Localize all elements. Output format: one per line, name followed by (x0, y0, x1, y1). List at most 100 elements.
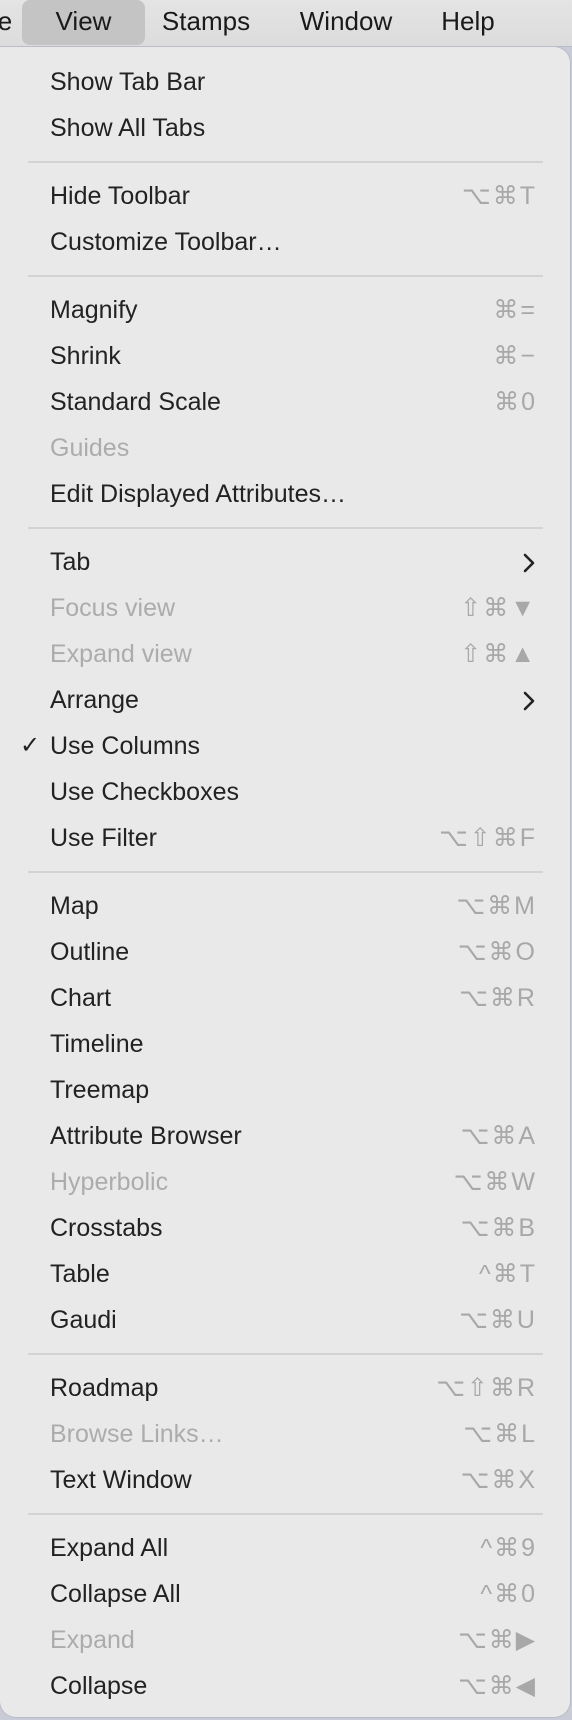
menu-item-label: Expand All (50, 1534, 169, 1562)
keyboard-shortcut: ⌥⇧⌘F (438, 824, 537, 852)
menu-item-label: Use Checkboxes (50, 778, 239, 806)
menu-item-show-tab-bar[interactable]: Show Tab Bar (0, 59, 570, 105)
menu-item-focus-view: Focus view ⇧⌘▼ (0, 585, 570, 631)
menu-item-roadmap[interactable]: Roadmap ⌥⇧⌘R (0, 1365, 570, 1411)
menu-item-tab[interactable]: Tab (0, 539, 570, 585)
menu-item-attribute-browser[interactable]: Attribute Browser ⌥⌘A (0, 1113, 570, 1159)
menu-item-text-window[interactable]: Text Window ⌥⌘X (0, 1457, 570, 1503)
menu-item-label: Gaudi (50, 1306, 117, 1334)
menu-item-label: Standard Scale (50, 388, 221, 416)
menu-item-label: Use Columns (50, 732, 201, 760)
menu-item-label: Expand (50, 1626, 135, 1654)
menu-item-label: Magnify (50, 296, 138, 324)
menu-item-label: Focus view (50, 594, 176, 622)
menu-item-label: Show Tab Bar (50, 68, 206, 96)
menu-item-label: Outline (50, 938, 130, 966)
menu-item-label: Shrink (50, 342, 121, 370)
menu-item-expand: Expand ⌥⌘▶ (0, 1617, 570, 1663)
menu-item-label: Arrange (50, 686, 139, 714)
keyboard-shortcut: ⌥⌘X (460, 1466, 537, 1494)
menu-item-label: Browse Links… (50, 1420, 224, 1448)
menu-item-map[interactable]: Map ⌥⌘M (0, 883, 570, 929)
menu-item-timeline[interactable]: Timeline (0, 1021, 570, 1067)
menu-item-browse-links: Browse Links… ⌥⌘L (0, 1411, 570, 1457)
keyboard-shortcut: ⌥⌘▶ (457, 1626, 537, 1654)
menu-item-use-checkboxes[interactable]: Use Checkboxes (0, 769, 570, 815)
menu-separator (0, 265, 570, 287)
menubar-item-view[interactable]: View (22, 0, 145, 45)
view-menu-dropdown: Show Tab Bar Show All Tabs Hide Toolbar ⌥⌘T… (0, 47, 570, 1717)
menubar-item-stamps[interactable]: Stamps (150, 0, 262, 45)
keyboard-shortcut: ⌘0 (494, 388, 537, 416)
menu-item-treemap[interactable]: Treemap (0, 1067, 570, 1113)
menu-item-label: Collapse All (50, 1580, 181, 1608)
menu-item-arrange[interactable]: Arrange (0, 677, 570, 723)
menu-item-label: Roadmap (50, 1374, 159, 1402)
menu-separator (0, 517, 570, 539)
keyboard-shortcut: ⌥⌘W (453, 1168, 537, 1196)
menu-item-collapse[interactable]: Collapse ⌥⌘◀ (0, 1663, 570, 1709)
menu-item-label: Use Filter (50, 824, 157, 852)
menu-item-label: Edit Displayed Attributes… (50, 480, 346, 508)
keyboard-shortcut: ⌥⇧⌘R (436, 1374, 537, 1402)
menu-item-magnify[interactable]: Magnify ⌘= (0, 287, 570, 333)
keyboard-shortcut: ⌥⌘R (459, 984, 537, 1012)
keyboard-shortcut: ⌘− (493, 342, 537, 370)
keyboard-shortcut: ⌥⌘U (459, 1306, 537, 1334)
menu-item-shrink[interactable]: Shrink ⌘− (0, 333, 570, 379)
menu-item-collapse-all[interactable]: Collapse All ^⌘0 (0, 1571, 570, 1617)
menu-item-show-all-tabs[interactable]: Show All Tabs (0, 105, 570, 151)
keyboard-shortcut: ⌥⌘B (460, 1214, 537, 1242)
keyboard-shortcut: ^⌘T (478, 1260, 537, 1288)
menubar-item-window[interactable]: Window (284, 0, 408, 45)
menu-item-use-filter[interactable]: Use Filter ⌥⇧⌘F (0, 815, 570, 861)
menu-item-label: Hyperbolic (50, 1168, 169, 1196)
menubar-item-help[interactable]: Help (428, 0, 508, 45)
menu-item-customize-toolbar[interactable]: Customize Toolbar… (0, 219, 570, 265)
menu-items: Show Tab Bar Show All Tabs Hide Toolbar ⌥⌘T… (0, 59, 570, 1709)
menu-separator (0, 151, 570, 173)
menu-item-expand-all[interactable]: Expand All ^⌘9 (0, 1525, 570, 1571)
menu-item-label: Guides (50, 434, 130, 462)
menu-item-label: Text Window (50, 1466, 192, 1494)
menu-item-edit-displayed-attributes[interactable]: Edit Displayed Attributes… (0, 471, 570, 517)
keyboard-shortcut: ⌥⌘T (461, 182, 537, 210)
menu-item-crosstabs[interactable]: Crosstabs ⌥⌘B (0, 1205, 570, 1251)
keyboard-shortcut: ^⌘9 (480, 1534, 537, 1562)
menu-item-use-columns[interactable]: ✓ Use Columns (0, 723, 570, 769)
menu-item-hyperbolic: Hyperbolic ⌥⌘W (0, 1159, 570, 1205)
menu-item-expand-view: Expand view ⇧⌘▲ (0, 631, 570, 677)
menu-item-table[interactable]: Table ^⌘T (0, 1251, 570, 1297)
menu-item-hide-toolbar[interactable]: Hide Toolbar ⌥⌘T (0, 173, 570, 219)
keyboard-shortcut: ^⌘0 (480, 1580, 537, 1608)
menu-item-label: Treemap (50, 1076, 150, 1104)
chevron-right-icon (523, 691, 535, 711)
menu-item-label: Table (50, 1260, 110, 1288)
menu-item-label: Crosstabs (50, 1214, 163, 1242)
keyboard-shortcut: ⇧⌘▼ (460, 594, 537, 622)
keyboard-shortcut: ⌥⌘L (463, 1420, 537, 1448)
menu-item-gaudi[interactable]: Gaudi ⌥⌘U (0, 1297, 570, 1343)
menu-item-guides: Guides (0, 425, 570, 471)
menu-item-label: Show All Tabs (50, 114, 206, 142)
menu-separator (0, 1343, 570, 1365)
menu-item-label: Chart (50, 984, 112, 1012)
keyboard-shortcut: ⌥⌘◀ (457, 1672, 537, 1700)
keyboard-shortcut: ⌥⌘A (460, 1122, 537, 1150)
menu-item-label: Attribute Browser (50, 1122, 242, 1150)
checkmark-icon: ✓ (20, 732, 41, 759)
menu-item-label: Timeline (50, 1030, 144, 1058)
menu-item-chart[interactable]: Chart ⌥⌘R (0, 975, 570, 1021)
menu-item-label: Expand view (50, 640, 192, 668)
keyboard-shortcut: ⌘= (493, 296, 537, 324)
menubar-item-edit[interactable]: e (0, 0, 16, 45)
menu-item-outline[interactable]: Outline ⌥⌘O (0, 929, 570, 975)
keyboard-shortcut: ⌥⌘M (456, 892, 537, 920)
menu-item-label: Hide Toolbar (50, 182, 190, 210)
menu-separator (0, 861, 570, 883)
menu-item-label: Collapse (50, 1672, 148, 1700)
keyboard-shortcut: ⇧⌘▲ (460, 640, 537, 668)
menu-item-label: Map (50, 892, 99, 920)
chevron-right-icon (523, 553, 535, 573)
menu-item-standard-scale[interactable]: Standard Scale ⌘0 (0, 379, 570, 425)
